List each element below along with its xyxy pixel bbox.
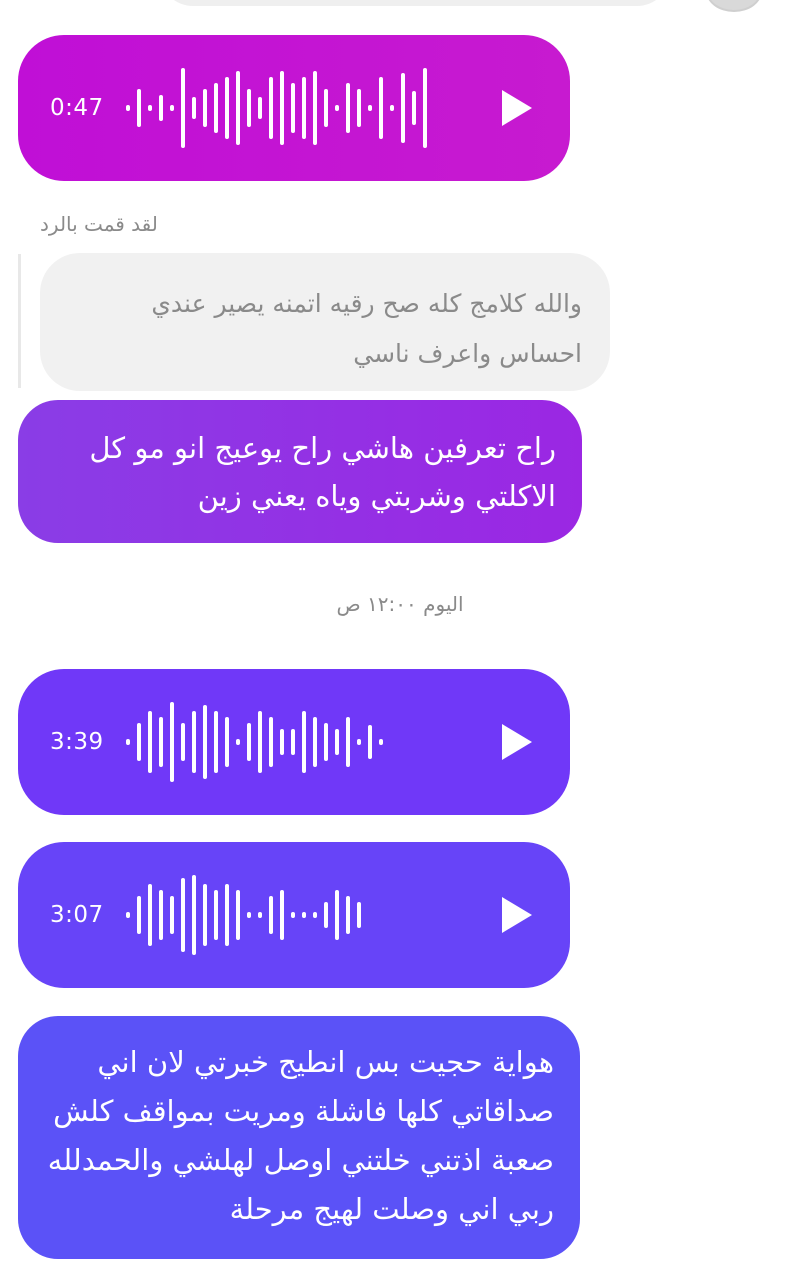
- waveform-bar: [203, 89, 207, 127]
- waveform-bar: [412, 91, 416, 125]
- waveform-bar: [401, 73, 405, 143]
- reply-indicator-line: [18, 254, 21, 388]
- waveform-bar: [335, 729, 339, 755]
- play-icon[interactable]: [502, 724, 532, 760]
- waveform-bar: [258, 97, 262, 119]
- waveform-bar: [379, 739, 383, 745]
- avatar[interactable]: [706, 0, 762, 12]
- waveform-bar: [346, 83, 350, 133]
- waveform-bar: [324, 723, 328, 761]
- waveform-bar: [379, 77, 383, 139]
- waveform-bar: [126, 105, 130, 111]
- voice-waveform: [126, 669, 383, 815]
- voice-message[interactable]: 3:07: [18, 842, 570, 988]
- waveform-bar: [170, 702, 174, 782]
- voice-waveform: [126, 35, 427, 181]
- waveform-bar: [269, 717, 273, 767]
- waveform-bar: [247, 89, 251, 127]
- waveform-bar: [170, 896, 174, 934]
- waveform-bar: [170, 105, 174, 111]
- previous-message-bubble[interactable]: [160, 0, 670, 6]
- waveform-bar: [137, 723, 141, 761]
- waveform-bar: [137, 896, 141, 934]
- waveform-bar: [214, 711, 218, 773]
- waveform-bar: [423, 68, 427, 148]
- waveform-bar: [159, 95, 163, 121]
- waveform-bar: [346, 896, 350, 934]
- waveform-bar: [368, 725, 372, 759]
- waveform-bar: [291, 729, 295, 755]
- waveform-bar: [247, 912, 251, 918]
- waveform-bar: [148, 105, 152, 111]
- waveform-bar: [324, 89, 328, 127]
- waveform-bar: [368, 105, 372, 111]
- waveform-bar: [280, 890, 284, 940]
- play-icon[interactable]: [502, 897, 532, 933]
- waveform-bar: [269, 77, 273, 139]
- waveform-bar: [225, 77, 229, 139]
- waveform-bar: [269, 896, 273, 934]
- waveform-bar: [192, 875, 196, 955]
- waveform-bar: [236, 71, 240, 145]
- waveform-bar: [324, 902, 328, 928]
- message-bubble[interactable]: هواية حجيت بس انطيج خبرتي لان اني صداقات…: [18, 1016, 580, 1259]
- waveform-bar: [203, 884, 207, 946]
- waveform-bar: [181, 878, 185, 952]
- waveform-bar: [203, 705, 207, 779]
- waveform-bar: [214, 83, 218, 133]
- reply-label: لقد قمت بالرد: [40, 212, 158, 236]
- waveform-bar: [291, 912, 295, 918]
- voice-waveform: [126, 842, 361, 988]
- waveform-bar: [225, 717, 229, 767]
- waveform-bar: [181, 723, 185, 761]
- voice-duration: 3:07: [50, 902, 104, 928]
- waveform-bar: [313, 71, 317, 145]
- waveform-bar: [148, 711, 152, 773]
- waveform-bar: [390, 105, 394, 111]
- waveform-bar: [192, 97, 196, 119]
- voice-message[interactable]: 3:39: [18, 669, 570, 815]
- waveform-bar: [346, 717, 350, 767]
- waveform-bar: [236, 890, 240, 940]
- waveform-bar: [313, 717, 317, 767]
- voice-message[interactable]: 0:47: [18, 35, 570, 181]
- waveform-bar: [357, 902, 361, 928]
- waveform-bar: [291, 83, 295, 133]
- play-icon[interactable]: [502, 90, 532, 126]
- waveform-bar: [126, 739, 130, 745]
- waveform-bar: [225, 884, 229, 946]
- message-bubble[interactable]: راح تعرفين هاشي راح يوعيج انو مو كل الاك…: [18, 400, 582, 543]
- waveform-bar: [126, 912, 130, 918]
- voice-duration: 3:39: [50, 729, 104, 755]
- waveform-bar: [302, 77, 306, 139]
- voice-duration: 0:47: [50, 95, 104, 121]
- waveform-bar: [357, 89, 361, 127]
- waveform-bar: [159, 890, 163, 940]
- waveform-bar: [302, 711, 306, 773]
- waveform-bar: [335, 105, 339, 111]
- waveform-bar: [192, 711, 196, 773]
- waveform-bar: [247, 723, 251, 761]
- waveform-bar: [313, 912, 317, 918]
- waveform-bar: [357, 739, 361, 745]
- waveform-bar: [335, 890, 339, 940]
- waveform-bar: [214, 890, 218, 940]
- waveform-bar: [280, 729, 284, 755]
- waveform-bar: [137, 89, 141, 127]
- quoted-message[interactable]: والله كلامج كله صح رقيه اتمنه يصير عندي …: [40, 253, 610, 391]
- waveform-bar: [159, 717, 163, 767]
- waveform-bar: [258, 711, 262, 773]
- waveform-bar: [236, 739, 240, 745]
- waveform-bar: [280, 71, 284, 145]
- waveform-bar: [258, 912, 262, 918]
- waveform-bar: [148, 884, 152, 946]
- waveform-bar: [302, 912, 306, 918]
- date-separator: اليوم ١٢:٠٠ ص: [336, 592, 464, 616]
- waveform-bar: [181, 68, 185, 148]
